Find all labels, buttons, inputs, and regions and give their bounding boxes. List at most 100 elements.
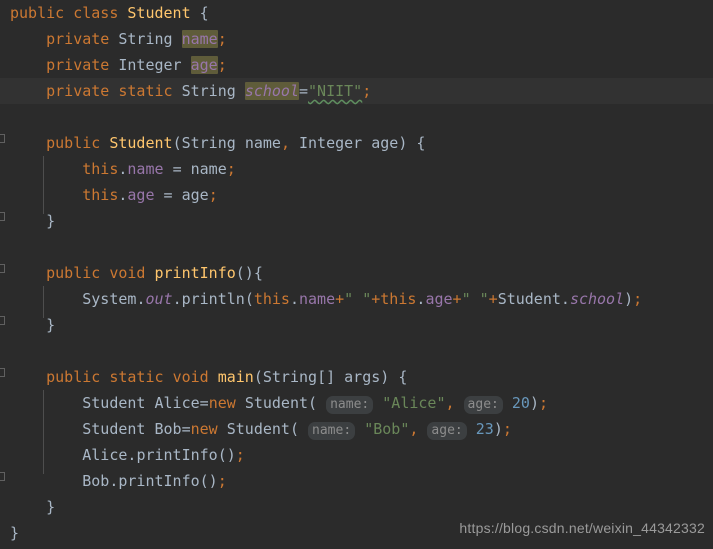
token-bracket: [] xyxy=(317,368,336,386)
code-line[interactable]: this.name = name; xyxy=(0,156,713,182)
code-line[interactable]: Student Alice=new Student( name: "Alice"… xyxy=(0,390,713,416)
inlay-hint-age: age: xyxy=(427,422,467,440)
token-field-age: age xyxy=(425,290,453,308)
code-line[interactable]: public class Student { xyxy=(0,0,713,26)
token-class-name: Student xyxy=(127,4,191,22)
code-line-current[interactable]: private static String school="NIIT"; xyxy=(0,78,713,104)
code-content[interactable]: public class Student { private String na… xyxy=(0,0,713,546)
token-paren: () xyxy=(199,472,218,490)
code-line[interactable]: Student Bob=new Student( name: "Bob", ag… xyxy=(0,416,713,442)
token-string-alice: "Alice" xyxy=(382,394,446,412)
token-method-main: main xyxy=(217,368,254,386)
token-keyword: private xyxy=(46,30,110,48)
token-type: Integer xyxy=(299,134,363,152)
code-line[interactable]: public static void main(String[] args) { xyxy=(0,364,713,390)
token-string-space: " " xyxy=(344,290,372,308)
code-line[interactable]: public Student(String name, Integer age)… xyxy=(0,130,713,156)
token-semicolon: ; xyxy=(502,420,512,438)
token-class-student: Student xyxy=(226,420,290,438)
token-field-out: out xyxy=(145,290,173,308)
token-comma: , xyxy=(409,420,419,438)
token-keyword: public xyxy=(46,134,101,152)
token-dot: . xyxy=(172,290,182,308)
token-type: String xyxy=(181,134,236,152)
code-line-blank[interactable] xyxy=(0,234,713,260)
token-keyword-new: new xyxy=(208,394,236,412)
inlay-hint-name: name: xyxy=(308,422,356,440)
token-field-name: name xyxy=(299,290,336,308)
code-line-blank[interactable] xyxy=(0,104,713,130)
code-line[interactable]: System.out.println(this.name+" "+this.ag… xyxy=(0,286,713,312)
code-line[interactable]: public void printInfo(){ xyxy=(0,260,713,286)
token-field-school: school xyxy=(244,82,299,100)
token-paren: ( xyxy=(172,134,182,152)
token-plus: + xyxy=(371,290,381,308)
token-field-school: school xyxy=(569,290,625,308)
token-param-age: age xyxy=(371,134,399,152)
token-semicolon: ; xyxy=(217,30,227,48)
token-semicolon: ; xyxy=(208,186,218,204)
token-brace: } xyxy=(46,316,56,334)
token-paren: ) xyxy=(529,394,539,412)
token-object-system: System xyxy=(82,290,137,308)
code-editor[interactable]: public class Student { private String na… xyxy=(0,0,713,549)
token-field-age: age xyxy=(190,56,218,74)
token-keyword: void xyxy=(172,368,209,386)
token-brace: { xyxy=(253,264,263,282)
code-line[interactable]: this.age = age; xyxy=(0,182,713,208)
token-paren: ( xyxy=(289,420,299,438)
token-type: String xyxy=(181,82,236,100)
token-plus: + xyxy=(452,290,462,308)
token-keyword: public xyxy=(46,264,101,282)
inlay-hint-age: age: xyxy=(463,396,503,414)
token-class-student: Student xyxy=(497,290,561,308)
token-keyword: public xyxy=(10,4,65,22)
token-var-bob: Bob xyxy=(82,472,110,490)
token-keyword-new: new xyxy=(190,420,218,438)
token-paren: ) xyxy=(398,134,408,152)
token-param-age: age xyxy=(181,186,209,204)
token-var-alice: Alice xyxy=(82,446,128,464)
code-line[interactable]: Alice.printInfo(); xyxy=(0,442,713,468)
token-semicolon: ; xyxy=(538,394,549,412)
code-line-blank[interactable] xyxy=(0,338,713,364)
token-paren: () xyxy=(235,264,254,282)
token-brace: { xyxy=(398,368,408,386)
token-operator: = xyxy=(172,160,182,178)
token-string-niit: "NIIT" xyxy=(308,82,363,100)
token-var-bob: Bob xyxy=(154,420,182,438)
token-paren: ( xyxy=(308,394,318,412)
token-keyword-this: this xyxy=(82,160,119,178)
token-type: String xyxy=(262,368,318,386)
token-operator: = xyxy=(199,394,209,412)
token-keyword: public xyxy=(46,368,101,386)
token-keyword-this: this xyxy=(380,290,417,308)
token-keyword: private xyxy=(46,56,110,74)
code-line[interactable]: Bob.printInfo(); xyxy=(0,468,713,494)
token-number-20: 20 xyxy=(511,394,530,412)
token-paren: ) xyxy=(493,420,503,438)
token-keyword: static xyxy=(118,82,173,100)
code-line[interactable]: } xyxy=(0,312,713,338)
token-brace: } xyxy=(46,212,56,230)
code-line[interactable]: private Integer age; xyxy=(0,52,713,78)
code-line[interactable]: } xyxy=(0,208,713,234)
token-type: Integer xyxy=(118,56,182,74)
token-param-name: name xyxy=(244,134,281,152)
token-semicolon: ; xyxy=(217,56,227,74)
token-method-printinfo: printInfo xyxy=(118,472,200,490)
token-paren: ) xyxy=(624,290,634,308)
token-paren: ) xyxy=(380,368,390,386)
token-param-args: args xyxy=(344,368,381,386)
token-semicolon: ; xyxy=(235,446,245,464)
token-comma: , xyxy=(445,394,455,412)
token-field-age: age xyxy=(127,186,155,204)
token-keyword: void xyxy=(109,264,146,282)
token-type: String xyxy=(118,30,173,48)
token-method-printinfo: printInfo xyxy=(136,446,218,464)
token-operator: = xyxy=(299,82,309,100)
code-line[interactable]: private String name; xyxy=(0,26,713,52)
token-brace: } xyxy=(10,524,20,542)
token-keyword-this: this xyxy=(253,290,290,308)
token-class-student: Student xyxy=(244,394,309,412)
